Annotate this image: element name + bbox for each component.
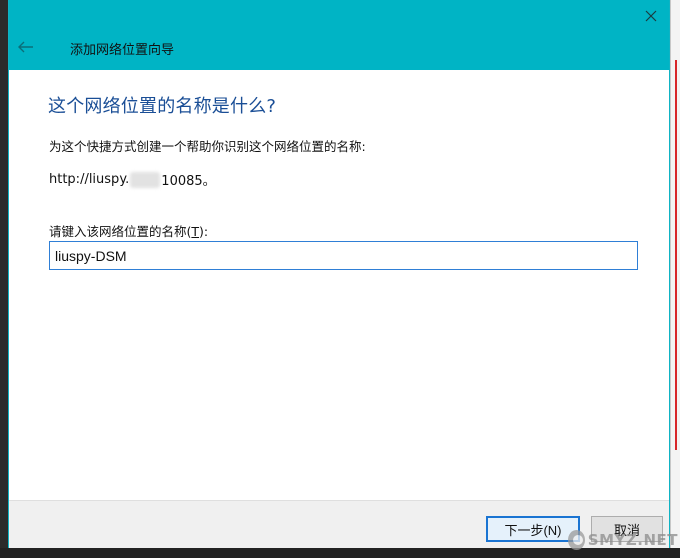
name-field-label: 请键入该网络位置的名称(T):	[49, 221, 208, 240]
close-button[interactable]	[639, 4, 663, 28]
window-title: 添加网络位置向导	[70, 43, 175, 58]
add-network-location-wizard: 添加网络位置向导 这个网络位置的名称是什么? 为这个快捷方式创建一个帮助你识别这…	[8, 0, 670, 548]
location-name-input[interactable]	[49, 241, 638, 270]
close-icon	[645, 10, 657, 22]
network-address: http://liuspy. 10085。	[49, 170, 216, 189]
background-window-right	[670, 0, 680, 558]
arrow-left-icon	[18, 41, 33, 53]
cancel-button[interactable]: 取消	[591, 516, 663, 542]
title-bar: 添加网络位置向导	[9, 0, 669, 70]
taskbar-edge	[0, 548, 680, 558]
name-label-suffix: ):	[199, 224, 209, 239]
address-prefix: http://liuspy.	[49, 172, 130, 187]
redacted-blur	[130, 171, 161, 188]
name-label-hotkey: T	[191, 224, 200, 239]
back-button[interactable]	[15, 36, 37, 58]
name-label-prefix: 请键入该网络位置的名称(	[49, 224, 192, 239]
background-red-line	[675, 60, 677, 450]
wizard-content: 这个网络位置的名称是什么? 为这个快捷方式创建一个帮助你识别这个网络位置的名称:…	[9, 70, 669, 500]
wizard-footer: 下一步(N) 取消	[9, 500, 669, 548]
background-window-left	[0, 0, 8, 558]
next-button[interactable]: 下一步(N)	[486, 516, 580, 542]
instruction-text: 为这个快捷方式创建一个帮助你识别这个网络位置的名称:	[49, 139, 366, 154]
page-heading: 这个网络位置的名称是什么?	[48, 96, 277, 117]
address-suffix: 10085。	[161, 174, 216, 189]
